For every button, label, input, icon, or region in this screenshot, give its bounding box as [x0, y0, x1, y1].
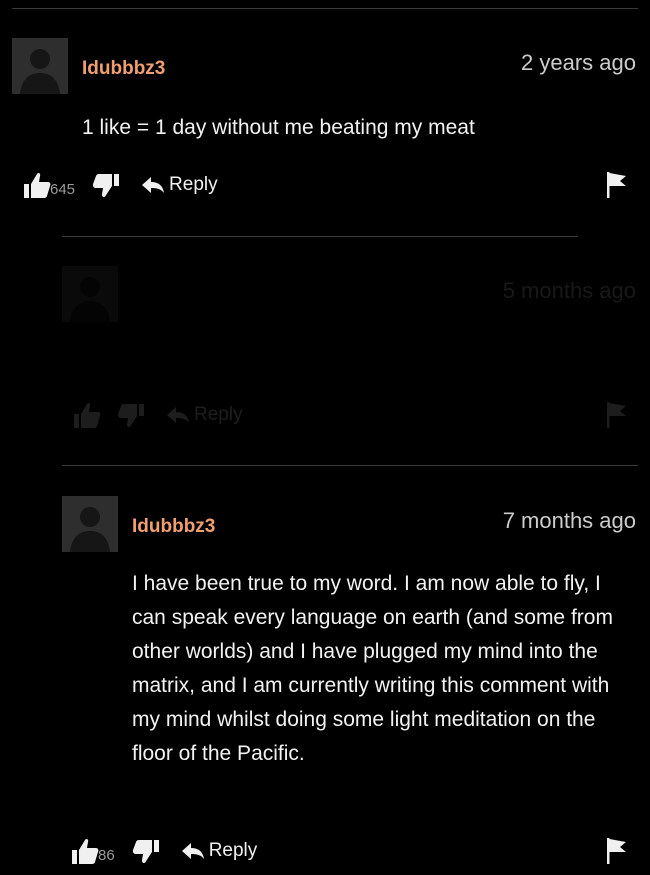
reply-button[interactable]: Reply — [166, 404, 243, 426]
flag-icon — [607, 402, 626, 428]
flag-button[interactable] — [606, 171, 628, 204]
reply-label: Reply — [169, 174, 218, 195]
like-count: 645 — [50, 181, 76, 198]
comment-username[interactable]: Idubbbz3 — [132, 516, 215, 538]
comment-text: 1 like = 1 day without me beating my mea… — [82, 116, 475, 139]
comment-actions: Reply — [72, 398, 243, 432]
comment-timestamp: 5 months ago — [502, 278, 636, 303]
dislike-button[interactable] — [116, 400, 146, 430]
thumbs-up-icon — [72, 838, 99, 864]
comment-username[interactable]: Idubbbz3 — [82, 58, 165, 80]
reply-label: Reply — [208, 840, 258, 861]
reply-divider — [62, 236, 578, 237]
reply-label: Reply — [194, 404, 243, 425]
flag-button[interactable] — [606, 837, 628, 870]
reply-button[interactable]: Reply — [141, 174, 218, 196]
reply-button[interactable]: Reply — [181, 840, 258, 862]
comment-timestamp: 7 months ago — [502, 508, 636, 533]
like-button[interactable]: 86 — [70, 836, 115, 866]
thumbs-down-icon — [132, 840, 159, 864]
thumbs-up-icon — [24, 172, 51, 198]
top-divider — [12, 8, 638, 9]
default-avatar-icon[interactable] — [62, 266, 118, 322]
like-button[interactable] — [72, 400, 101, 430]
like-count: 86 — [98, 847, 115, 864]
comment-text: I have been true to my word. I am now ab… — [132, 572, 613, 765]
reply-arrow-icon — [142, 177, 165, 193]
thumbs-down-icon — [117, 404, 144, 428]
dislike-button[interactable] — [131, 836, 161, 866]
flag-icon — [607, 172, 626, 198]
comment-actions: 86 Reply — [70, 834, 257, 868]
comment-actions: 645 Reply — [22, 168, 218, 202]
dislike-button[interactable] — [91, 170, 121, 200]
default-avatar-icon[interactable] — [12, 38, 68, 94]
thumbs-down-icon — [92, 174, 120, 198]
reply-divider — [62, 465, 638, 466]
reply-arrow-icon — [167, 407, 189, 423]
flag-button[interactable] — [606, 401, 628, 434]
flag-icon — [607, 838, 626, 864]
default-avatar-icon[interactable] — [62, 496, 118, 552]
thumbs-up-icon — [74, 402, 101, 428]
comment-timestamp: 2 years ago — [521, 50, 636, 75]
like-button[interactable]: 645 — [22, 170, 75, 200]
reply-arrow-icon — [181, 843, 204, 859]
